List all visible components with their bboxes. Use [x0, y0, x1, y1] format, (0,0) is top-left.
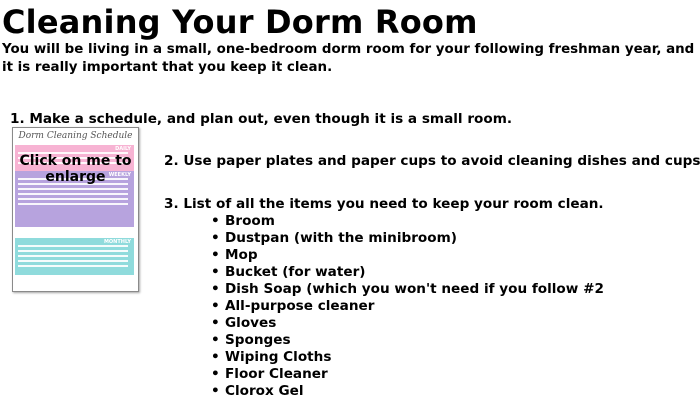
- list-item-label: Dish Soap (which you won't need if you f…: [225, 281, 604, 297]
- intro-paragraph: You will be living in a small, one-bedro…: [2, 42, 695, 75]
- list-item: • All-purpose cleaner: [210, 298, 604, 315]
- bullet-icon: •: [211, 332, 220, 348]
- bullet-icon: •: [211, 315, 220, 331]
- enlarge-overlay-text[interactable]: Click on me to enlarge: [13, 153, 138, 185]
- list-item-label: Floor Cleaner: [225, 366, 328, 382]
- bullet-icon: •: [211, 230, 220, 246]
- list-item: • Dustpan (with the minibroom): [210, 230, 604, 247]
- list-item-label: Clorox Gel: [225, 383, 304, 399]
- step-2-text: 2. Use paper plates and paper cups to av…: [164, 153, 700, 169]
- document-page: Cleaning Your Dorm Room You will be livi…: [0, 0, 700, 400]
- list-item-label: Sponges: [225, 332, 291, 348]
- list-item: • Broom: [210, 213, 604, 230]
- list-item-label: Dustpan (with the minibroom): [225, 230, 457, 246]
- bullet-icon: •: [211, 213, 220, 229]
- thumbnail-heading: Dorm Cleaning Schedule: [18, 131, 133, 141]
- bullet-icon: •: [211, 383, 220, 399]
- list-item-label: All-purpose cleaner: [225, 298, 375, 314]
- step-1-text: 1. Make a schedule, and plan out, even t…: [10, 111, 513, 127]
- bullet-icon: •: [211, 349, 220, 365]
- cleaning-items-list: • Broom • Dustpan (with the minibroom) • Mo…: [210, 213, 604, 400]
- bullet-icon: •: [211, 298, 220, 314]
- thumbnail-monthly-band: MONTHLY: [15, 238, 134, 275]
- page-title: Cleaning Your Dorm Room: [2, 3, 478, 41]
- list-item: • Dish Soap (which you won't need if you …: [210, 281, 604, 298]
- bullet-icon: •: [211, 281, 220, 297]
- list-item: • Bucket (for water): [210, 264, 604, 281]
- list-item: • Sponges: [210, 332, 604, 349]
- list-item: • Wiping Cloths: [210, 349, 604, 366]
- list-item-label: Mop: [225, 247, 258, 263]
- cleaning-schedule-thumbnail[interactable]: Dorm Cleaning Schedule DAILY WEEKLY MONT…: [12, 127, 139, 292]
- list-item-label: Wiping Cloths: [225, 349, 332, 365]
- list-item: • Floor Cleaner: [210, 366, 604, 383]
- step-3-text: 3. List of all the items you need to kee…: [164, 196, 604, 212]
- list-item-label: Broom: [225, 213, 275, 229]
- list-item: • Mop: [210, 247, 604, 264]
- list-item-label: Gloves: [225, 315, 277, 331]
- enlarge-overlay-line-1: Click on me to: [19, 153, 132, 169]
- list-item-label: Bucket (for water): [225, 264, 366, 280]
- bullet-icon: •: [211, 366, 220, 382]
- bullet-icon: •: [211, 247, 220, 263]
- bullet-icon: •: [211, 264, 220, 280]
- enlarge-overlay-line-2: enlarge: [45, 169, 106, 185]
- list-item: • Clorox Gel: [210, 383, 604, 400]
- list-item: • Gloves: [210, 315, 604, 332]
